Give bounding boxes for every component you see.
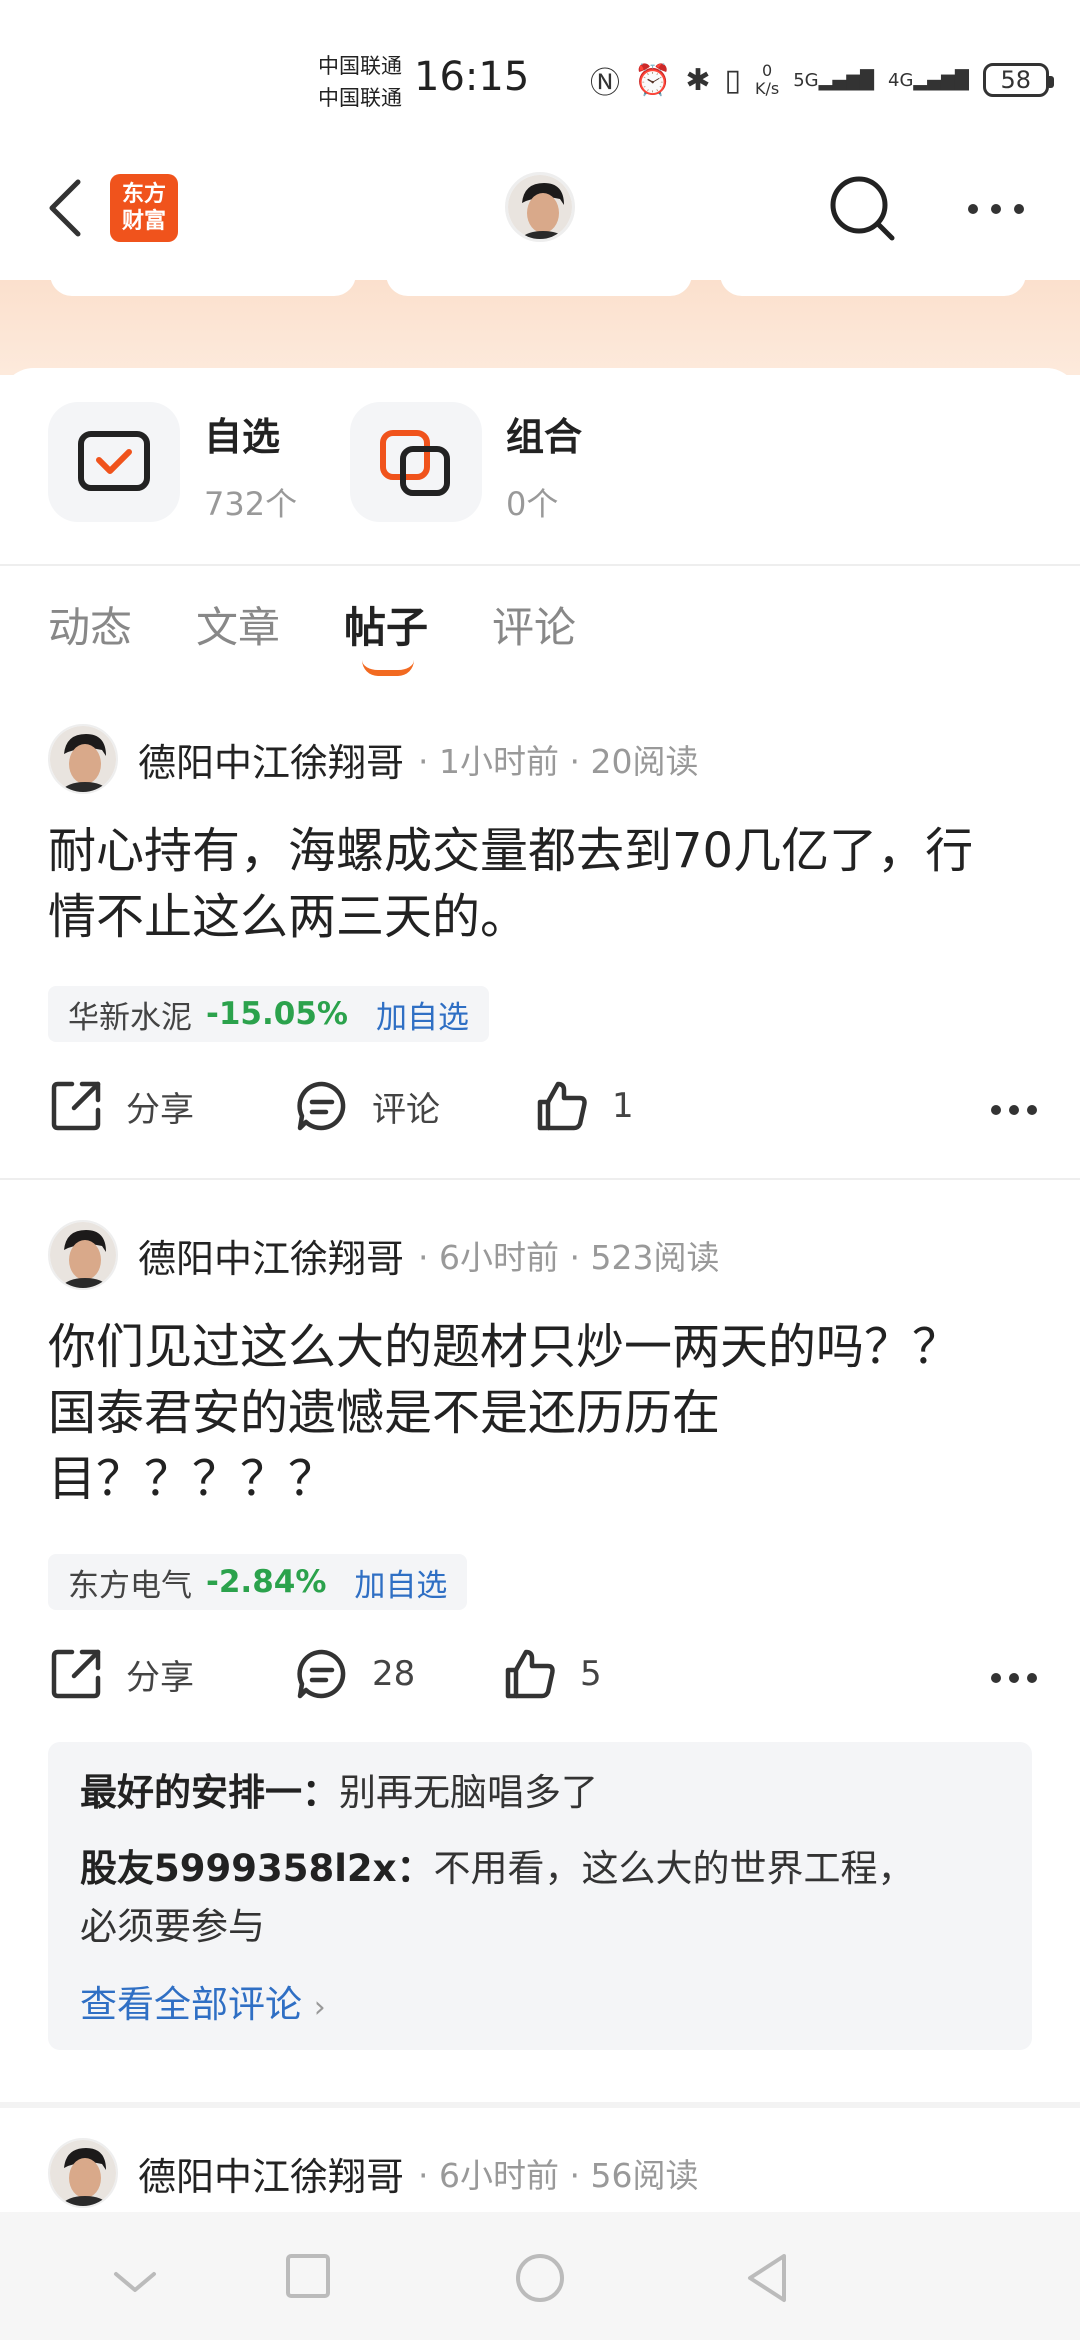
carrier-label: 中国联通 — [318, 54, 402, 78]
watchlist-count: 732个 — [204, 485, 298, 523]
post-meta: · 6小时前 · 523阅读 — [418, 1238, 720, 1277]
search-icon[interactable] — [828, 174, 898, 244]
comment-preview: 最好的安排一：别再无脑唱多了 股友5999358l2x：不用看，这么大的世界工程… — [48, 1742, 1032, 2050]
divider — [0, 2102, 1080, 2108]
watchlist-title: 自选 — [204, 415, 281, 459]
battery-icon: 58 — [982, 63, 1054, 97]
post-actions: 分享 评论 1 — [48, 1078, 1038, 1148]
comment-item[interactable]: 最好的安排一：别再无脑唱多了 — [80, 1764, 1000, 1822]
app-logo[interactable]: 东方 财富 — [110, 174, 178, 242]
comment-item[interactable]: 股友5999358l2x：不用看，这么大的世界工程， 必须要参与 — [80, 1840, 1000, 1956]
post-author[interactable]: 德阳中江徐翔哥 — [138, 1228, 404, 1283]
back-triangle-icon[interactable] — [744, 2252, 790, 2304]
back-arrow-icon[interactable] — [46, 178, 86, 238]
post-meta: · 1小时前 · 20阅读 — [418, 742, 699, 781]
share-icon — [51, 1649, 101, 1699]
profile-avatar[interactable] — [505, 172, 575, 242]
post-content[interactable]: 耐心持有，海螺成交量都去到70几亿了，行 情不止这么两三天的。 — [48, 818, 1038, 950]
divider — [0, 564, 1080, 566]
chevron-right-icon: › — [313, 1990, 326, 2025]
profile-banner — [0, 268, 1080, 375]
post-author[interactable]: 德阳中江徐翔哥 — [138, 732, 404, 787]
bluetooth-icon: ✱ — [685, 62, 711, 98]
stock-name: 东方电气 — [68, 1567, 192, 1604]
share-button[interactable]: 分享 — [48, 1646, 194, 1702]
tab-comments[interactable]: 评论 — [492, 594, 576, 655]
post-actions: 分享 28 5 — [48, 1646, 1038, 1716]
signal-5g-icon: 5G▂▄▆█ — [793, 69, 875, 91]
banner-card — [50, 268, 356, 296]
post-more-icon[interactable] — [990, 1672, 1038, 1684]
share-icon — [51, 1081, 101, 1131]
post-meta: · 6小时前 · 56阅读 — [418, 2156, 699, 2195]
alarm-icon: ⏰ — [634, 62, 672, 98]
comment-icon — [297, 1081, 346, 1131]
comment-icon — [297, 1649, 346, 1699]
collapse-chevron-icon[interactable] — [112, 2268, 158, 2296]
post-header: 德阳中江徐翔哥 · 1小时前 · 20阅读 — [48, 724, 698, 794]
portfolio-icon — [380, 430, 450, 496]
more-icon[interactable] — [966, 202, 1026, 216]
avatar[interactable] — [48, 1220, 118, 1290]
tab-posts[interactable]: 帖子 — [344, 594, 428, 676]
post-header: 德阳中江徐翔哥 · 6小时前 · 523阅读 — [48, 1220, 719, 1290]
watchlist-icon — [78, 431, 150, 491]
content-tabs: 动态 文章 帖子 评论 — [48, 594, 576, 676]
post-author[interactable]: 德阳中江徐翔哥 — [138, 2146, 404, 2201]
content-card: 自选 732个 组合 0个 动态 文章 帖子 评论 德阳中江徐翔哥 · 1小时前… — [0, 368, 1080, 2218]
banner-card — [386, 268, 692, 296]
portfolio-count: 0个 — [506, 485, 559, 523]
system-nav-bar — [0, 2212, 1080, 2340]
nfc-icon: Ⓝ — [590, 66, 620, 101]
avatar[interactable] — [48, 724, 118, 794]
divider — [0, 1178, 1080, 1180]
post-more-icon[interactable] — [990, 1104, 1038, 1116]
recent-apps-icon[interactable] — [284, 2252, 332, 2300]
banner-card — [720, 268, 1026, 296]
comment-button[interactable]: 评论 — [294, 1078, 440, 1134]
like-button[interactable]: 5 — [502, 1646, 602, 1702]
home-icon[interactable] — [514, 2252, 566, 2304]
portfolio-title: 组合 — [506, 415, 583, 459]
tab-dynamic[interactable]: 动态 — [48, 594, 132, 655]
avatar[interactable] — [48, 2138, 118, 2208]
portfolio-entry[interactable]: 组合 0个 — [350, 402, 582, 525]
top-nav: 东方 财富 — [0, 150, 1080, 280]
share-button[interactable]: 分享 — [48, 1078, 194, 1134]
stock-change: -2.84% — [206, 1564, 327, 1600]
status-icons: Ⓝ ⏰ ✱ ▯ 0 K/s 5G▂▄▆█ 4G▂▄▆█ 58 — [590, 58, 1054, 102]
add-watchlist-link[interactable]: 加自选 — [354, 1560, 447, 1605]
stock-change: -15.05% — [206, 996, 348, 1032]
comment-button[interactable]: 28 — [294, 1646, 415, 1702]
status-time: 16:15 — [414, 54, 530, 100]
post-header: 德阳中江徐翔哥 · 6小时前 · 56阅读 — [48, 2138, 698, 2208]
stock-name: 华新水泥 — [68, 999, 192, 1036]
stock-tag[interactable]: 华新水泥 -15.05% 加自选 — [48, 986, 489, 1042]
post-content[interactable]: 你们见过这么大的题材只炒一两天的吗？？ 国泰君安的遗憾是不是还历历在 目？？？？… — [48, 1314, 1038, 1512]
carrier-label-2: 中国联通 — [318, 86, 402, 110]
signal-4g-icon: 4G▂▄▆█ — [888, 69, 969, 91]
tab-articles[interactable]: 文章 — [196, 594, 280, 655]
like-button[interactable]: 1 — [534, 1078, 634, 1134]
net-speed: 0 K/s — [755, 61, 780, 98]
view-all-comments-link[interactable]: 查看全部评论 › — [80, 1974, 1000, 2028]
vibrate-icon: ▯ — [724, 62, 742, 98]
status-bar: 中国联通 中国联通 16:15 Ⓝ ⏰ ✱ ▯ 0 K/s 5G▂▄▆█ 4G▂▄… — [0, 0, 1080, 150]
thumbs-up-icon — [505, 1649, 555, 1699]
add-watchlist-link[interactable]: 加自选 — [376, 992, 469, 1037]
watchlist-entry[interactable]: 自选 732个 — [48, 402, 297, 525]
stock-tag[interactable]: 东方电气 -2.84% 加自选 — [48, 1554, 468, 1610]
thumbs-up-icon — [537, 1081, 587, 1131]
